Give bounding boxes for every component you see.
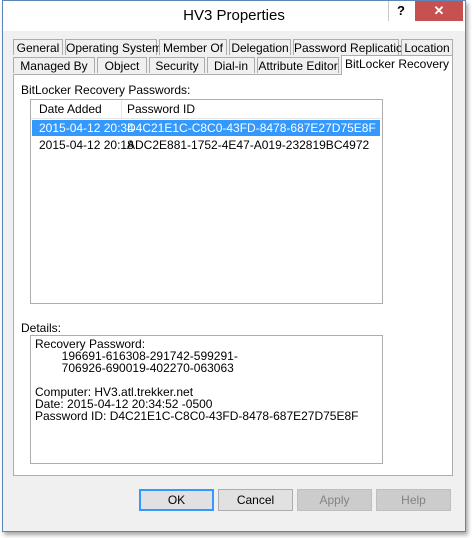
- table-row[interactable]: 2015-04-12 20:34 D4C21E1C-C8C0-43FD-8478…: [32, 120, 380, 136]
- tab-bitlocker-recovery[interactable]: BitLocker Recovery: [341, 55, 453, 75]
- tab-member-of[interactable]: Member Of: [159, 39, 227, 55]
- row-password-id: D4C21E1C-C8C0-43FD-8478-687E27D75E8F: [127, 121, 376, 135]
- tab-attribute-editor[interactable]: Attribute Editor: [257, 57, 339, 73]
- tab-managed-by[interactable]: Managed By: [13, 57, 95, 73]
- tab-row-2: Managed By Object Security Dial-in Attri…: [13, 55, 455, 75]
- help-question-icon[interactable]: ?: [388, 1, 413, 21]
- ok-button[interactable]: OK: [139, 489, 214, 511]
- tab-location[interactable]: Location: [401, 39, 453, 55]
- row-date: 2015-04-12 20:34: [39, 121, 134, 135]
- row-date: 2015-04-12 20:18: [39, 138, 134, 152]
- tab-operating-system[interactable]: Operating System: [65, 39, 162, 55]
- recovery-password-list[interactable]: Date Added Password ID 2015-04-12 20:34 …: [30, 99, 383, 304]
- properties-window: HV3 Properties ? ✕ General Operating Sys…: [2, 0, 466, 532]
- apply-button[interactable]: Apply: [297, 489, 372, 511]
- details-line: Password ID: D4C21E1C-C8C0-43FD-8478-687…: [35, 409, 359, 423]
- tab-row-1: General Operating System Member Of Deleg…: [13, 39, 455, 56]
- title-bar[interactable]: HV3 Properties ? ✕: [3, 1, 465, 31]
- column-date-added[interactable]: Date Added: [39, 102, 102, 116]
- tab-security[interactable]: Security: [149, 57, 205, 73]
- details-label: Details:: [21, 321, 62, 335]
- details-line: 706926-690019-402270-063063: [35, 361, 234, 375]
- cancel-button[interactable]: Cancel: [218, 489, 293, 511]
- tab-password-replication[interactable]: Password Replication: [293, 39, 409, 55]
- close-icon[interactable]: ✕: [415, 1, 463, 21]
- recovery-passwords-label: BitLocker Recovery Passwords:: [21, 83, 191, 97]
- column-password-id[interactable]: Password ID: [127, 102, 195, 116]
- details-textbox[interactable]: Recovery Password: 196691-616308-291742-…: [30, 335, 383, 464]
- tab-delegation[interactable]: Delegation: [229, 39, 291, 55]
- column-separator[interactable]: [121, 100, 122, 118]
- tab-general[interactable]: General: [13, 39, 63, 55]
- help-button[interactable]: Help: [376, 489, 451, 511]
- tab-dial-in[interactable]: Dial-in: [207, 57, 255, 73]
- row-password-id: ADC2E881-1752-4E47-A019-232819BC4972: [127, 138, 370, 152]
- tab-object[interactable]: Object: [97, 57, 147, 73]
- list-header: Date Added Password ID: [31, 100, 382, 119]
- table-row[interactable]: 2015-04-12 20:18 ADC2E881-1752-4E47-A019…: [32, 137, 380, 153]
